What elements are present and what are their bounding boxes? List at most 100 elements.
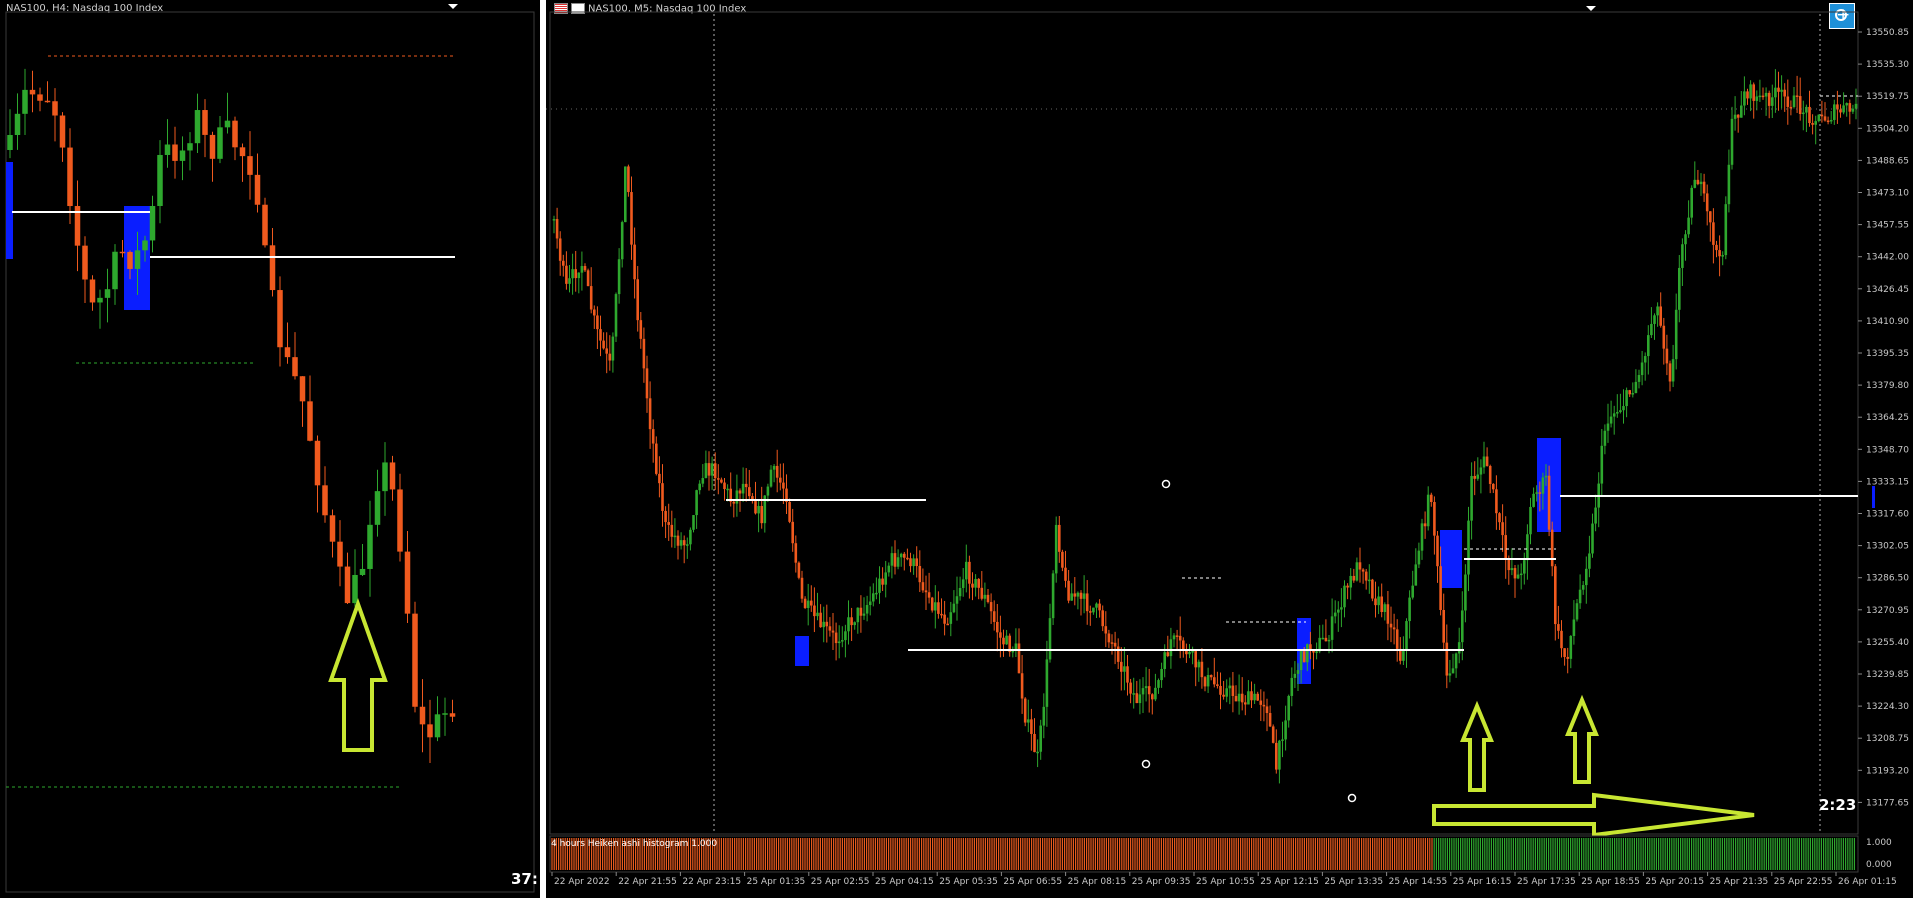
candle: [930, 597, 934, 611]
candle: [1659, 306, 1662, 326]
candle: [924, 590, 928, 593]
candle: [1495, 489, 1498, 514]
candle: [157, 154, 163, 207]
candle: [1746, 91, 1749, 99]
candle: [1225, 688, 1228, 697]
candle: [1290, 677, 1294, 696]
candle: [1287, 695, 1290, 721]
candle: [1445, 642, 1449, 676]
candle: [1023, 698, 1027, 723]
price-label: 13457.55: [1866, 221, 1909, 231]
time-label: 26 Apr 01:15: [1838, 877, 1897, 887]
candle: [769, 469, 773, 487]
candle: [834, 632, 838, 644]
candle: [1457, 642, 1461, 654]
candle: [1674, 309, 1678, 360]
candle: [434, 714, 441, 738]
candle: [1715, 244, 1718, 251]
candle: [307, 401, 313, 441]
candle: [337, 541, 343, 567]
candle: [322, 485, 328, 516]
candle: [1064, 567, 1067, 581]
price-label: 13504.20: [1866, 124, 1909, 134]
candle: [890, 553, 894, 566]
time-label: 25 Apr 18:55: [1581, 877, 1640, 887]
m5-candlestick-chart[interactable]: 13550.85 13535.30 13519.75 13504.20 13488.65…: [546, 0, 1913, 898]
candle: [1789, 106, 1793, 109]
candle: [1585, 568, 1588, 586]
candle: [1808, 106, 1811, 124]
candle: [1721, 255, 1724, 257]
candle: [1687, 217, 1690, 235]
candle: [1805, 106, 1808, 113]
candle: [599, 329, 602, 341]
candle: [1154, 687, 1157, 700]
candle: [82, 245, 88, 280]
candle: [605, 348, 608, 354]
price-label: 13224.30: [1866, 702, 1909, 712]
candle: [59, 115, 66, 148]
candle: [1591, 523, 1594, 554]
candle: [1578, 589, 1582, 604]
candle: [1281, 739, 1284, 741]
zone-box: [6, 162, 13, 259]
candle: [1200, 661, 1204, 678]
candle: [1854, 103, 1858, 109]
candle: [1182, 640, 1185, 650]
candle: [689, 529, 692, 545]
candle: [1733, 114, 1737, 119]
candle: [580, 266, 584, 273]
candle: [1405, 621, 1408, 651]
candle: [1774, 87, 1777, 98]
candle: [1228, 685, 1232, 689]
h4-chart-window[interactable]: NAS100, H4: Nasdaq 100 Index 37:: [0, 0, 540, 898]
time-label: 22 Apr 21:55: [618, 877, 677, 887]
candle: [314, 440, 321, 486]
candle: [1107, 633, 1111, 643]
candle: [1681, 244, 1684, 268]
h4-candlestick-chart[interactable]: [0, 0, 540, 898]
annotation-arrow-right: [1432, 792, 1755, 838]
candle: [1817, 114, 1821, 122]
candle: [1216, 684, 1219, 686]
candle: [7, 135, 13, 150]
candle: [1625, 390, 1628, 407]
fractal-marker: [1161, 479, 1171, 489]
candle: [1070, 593, 1073, 601]
candle: [1702, 181, 1706, 194]
candle: [254, 174, 261, 205]
candle: [744, 483, 748, 488]
candle: [692, 515, 695, 530]
candle: [134, 250, 141, 269]
candle: [558, 238, 562, 261]
price-label: 13317.60: [1866, 510, 1909, 520]
candle: [1299, 651, 1303, 671]
price-label: 13364.25: [1866, 413, 1909, 423]
candle: [958, 587, 962, 597]
candle: [887, 565, 891, 573]
candle: [1656, 306, 1659, 316]
candle: [611, 336, 615, 361]
candle: [1116, 646, 1120, 662]
candle: [906, 557, 909, 560]
candle: [1544, 475, 1548, 478]
m5-chart-window[interactable]: NAS100, M5: Nasdaq 100 Index 13550.85135…: [546, 0, 1913, 898]
candle: [1575, 603, 1579, 620]
candle: [292, 357, 298, 377]
candle: [645, 368, 649, 399]
time-label: 22 Apr 23:15: [682, 877, 741, 887]
candle: [1222, 694, 1225, 697]
candle: [1089, 611, 1092, 613]
candle: [791, 521, 794, 544]
time-label: 25 Apr 08:15: [1068, 877, 1127, 887]
candle: [723, 482, 726, 490]
candle: [1473, 475, 1476, 479]
annotation-arrow-up: [328, 598, 388, 752]
candle: [695, 490, 698, 516]
candle: [224, 120, 231, 128]
candle: [1650, 323, 1653, 336]
price-label: 13302.05: [1866, 542, 1909, 552]
candle: [1826, 120, 1830, 123]
candle: [1541, 477, 1545, 494]
candle: [1327, 639, 1331, 642]
